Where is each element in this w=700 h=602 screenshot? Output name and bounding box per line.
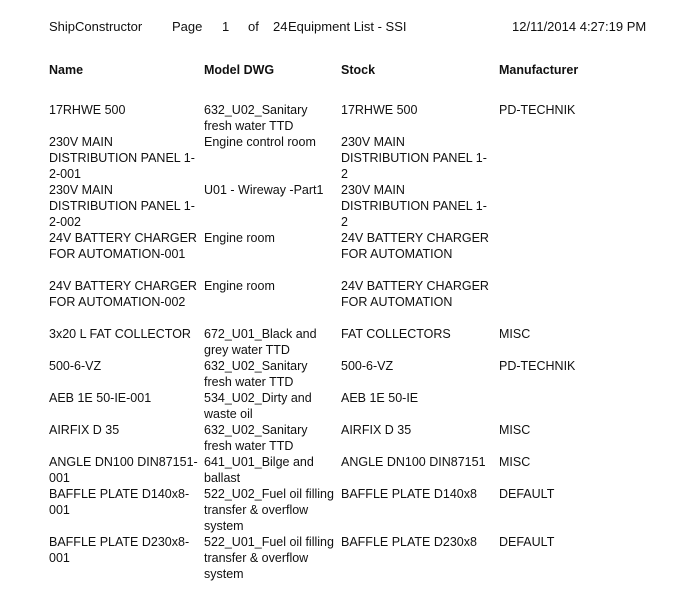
page-count: 24 bbox=[273, 19, 288, 34]
cell-stock: BAFFLE PLATE D230x8 bbox=[341, 535, 477, 549]
table-row: 230V MAIN DISTRIBUTION PANEL 1-2-001 Engi… bbox=[0, 134, 700, 182]
table-row: 500-6-VZ 632_U02_Sanitary fresh water TTD… bbox=[0, 358, 700, 390]
report-timestamp: 12/11/2014 4:27:19 PM bbox=[512, 19, 647, 34]
table-row: AIRFIX D 35 632_U02_Sanitary fresh water … bbox=[0, 422, 700, 454]
cell-stock: 500-6-VZ bbox=[341, 359, 394, 373]
cell-model_dwg: Engine room bbox=[204, 231, 275, 245]
column-header-stock: Stock bbox=[341, 63, 376, 77]
cell-name: 230V MAIN DISTRIBUTION PANEL 1-2-001 bbox=[49, 135, 195, 181]
cell-name: 3x20 L FAT COLLECTOR bbox=[49, 327, 191, 341]
cell-manufacturer: MISC bbox=[499, 327, 531, 341]
table-header-row: Name Model DWG Stock Manufacturer bbox=[0, 62, 700, 82]
table-row: BAFFLE PLATE D140x8-001 522_U02_Fuel oil … bbox=[0, 486, 700, 534]
cell-stock: AIRFIX D 35 bbox=[341, 423, 412, 437]
cell-manufacturer: PD-TECHNIK bbox=[499, 359, 576, 373]
application-name: ShipConstructor bbox=[49, 19, 143, 34]
cell-manufacturer: MISC bbox=[499, 455, 531, 469]
column-header-model-dwg: Model DWG bbox=[204, 63, 275, 77]
cell-manufacturer: DEFAULT bbox=[499, 487, 555, 501]
cell-manufacturer: MISC bbox=[499, 423, 531, 437]
cell-name: AIRFIX D 35 bbox=[49, 423, 120, 437]
cell-name: 24V BATTERY CHARGER FOR AUTOMATION-002 bbox=[49, 279, 197, 309]
cell-name: 500-6-VZ bbox=[49, 359, 102, 373]
table-row: ANGLE DN100 DIN87151-001 641_U01_Bilge an… bbox=[0, 454, 700, 486]
table-row: 3x20 L FAT COLLECTOR 672_U01_Black and gr… bbox=[0, 326, 700, 358]
cell-model_dwg: Engine control room bbox=[204, 135, 316, 149]
cell-model_dwg: 672_U01_Black and grey water TTD bbox=[204, 327, 317, 357]
cell-stock: AEB 1E 50-IE bbox=[341, 391, 419, 405]
equipment-list-table: Name Model DWG Stock Manufacturer 17RHWE… bbox=[0, 62, 700, 581]
cell-name: BAFFLE PLATE D140x8-001 bbox=[49, 487, 190, 517]
cell-stock: BAFFLE PLATE D140x8 bbox=[341, 487, 477, 501]
cell-name: ANGLE DN100 DIN87151-001 bbox=[49, 455, 198, 485]
cell-stock: 230V MAIN DISTRIBUTION PANEL 1-2 bbox=[341, 135, 487, 181]
cell-name: BAFFLE PLATE D230x8-001 bbox=[49, 535, 190, 565]
column-header-name: Name bbox=[49, 63, 84, 77]
page-label: Page bbox=[172, 19, 203, 34]
table-row: AEB 1E 50-IE-001 534_U02_Dirty and waste … bbox=[0, 390, 700, 422]
page-number: 1 bbox=[222, 19, 230, 34]
table-row: BAFFLE PLATE D230x8-001 522_U01_Fuel oil … bbox=[0, 534, 700, 582]
cell-stock: 230V MAIN DISTRIBUTION PANEL 1-2 bbox=[341, 183, 487, 229]
cell-stock: 24V BATTERY CHARGER FOR AUTOMATION bbox=[341, 279, 489, 309]
cell-stock: 17RHWE 500 bbox=[341, 103, 418, 117]
cell-manufacturer: DEFAULT bbox=[499, 535, 555, 549]
cell-stock: 24V BATTERY CHARGER FOR AUTOMATION bbox=[341, 231, 489, 261]
cell-model_dwg: 522_U02_Fuel oil filling transfer & over… bbox=[204, 487, 334, 533]
cell-model_dwg: 632_U02_Sanitary fresh water TTD bbox=[204, 103, 308, 133]
report-page-header: ShipConstructor Page 1 of 24 Equipment L… bbox=[0, 16, 700, 38]
cell-model_dwg: Engine room bbox=[204, 279, 275, 293]
cell-model_dwg: 632_U02_Sanitary fresh water TTD bbox=[204, 359, 308, 389]
cell-stock: ANGLE DN100 DIN87151 bbox=[341, 455, 486, 469]
cell-name: 24V BATTERY CHARGER FOR AUTOMATION-001 bbox=[49, 231, 197, 261]
cell-model_dwg: U01 - Wireway -Part1 bbox=[204, 183, 324, 197]
table-row: 24V BATTERY CHARGER FOR AUTOMATION-001 En… bbox=[0, 230, 700, 278]
cell-name: 230V MAIN DISTRIBUTION PANEL 1-2-002 bbox=[49, 183, 195, 229]
cell-model_dwg: 641_U01_Bilge and ballast bbox=[204, 455, 314, 485]
cell-stock: FAT COLLECTORS bbox=[341, 327, 451, 341]
of-label: of bbox=[248, 19, 259, 34]
table-row: 230V MAIN DISTRIBUTION PANEL 1-2-002 U01 … bbox=[0, 182, 700, 230]
column-header-manufacturer: Manufacturer bbox=[499, 63, 579, 77]
table-row: 17RHWE 500 632_U02_Sanitary fresh water T… bbox=[0, 102, 700, 134]
cell-manufacturer: PD-TECHNIK bbox=[499, 103, 576, 117]
cell-model_dwg: 522_U01_Fuel oil filling transfer & over… bbox=[204, 535, 334, 581]
cell-model_dwg: 632_U02_Sanitary fresh water TTD bbox=[204, 423, 308, 453]
cell-name: AEB 1E 50-IE-001 bbox=[49, 391, 152, 405]
cell-model_dwg: 534_U02_Dirty and waste oil bbox=[204, 391, 312, 421]
cell-name: 17RHWE 500 bbox=[49, 103, 126, 117]
report-title: Equipment List - SSI bbox=[288, 19, 407, 34]
table-row: 24V BATTERY CHARGER FOR AUTOMATION-002 En… bbox=[0, 278, 700, 326]
